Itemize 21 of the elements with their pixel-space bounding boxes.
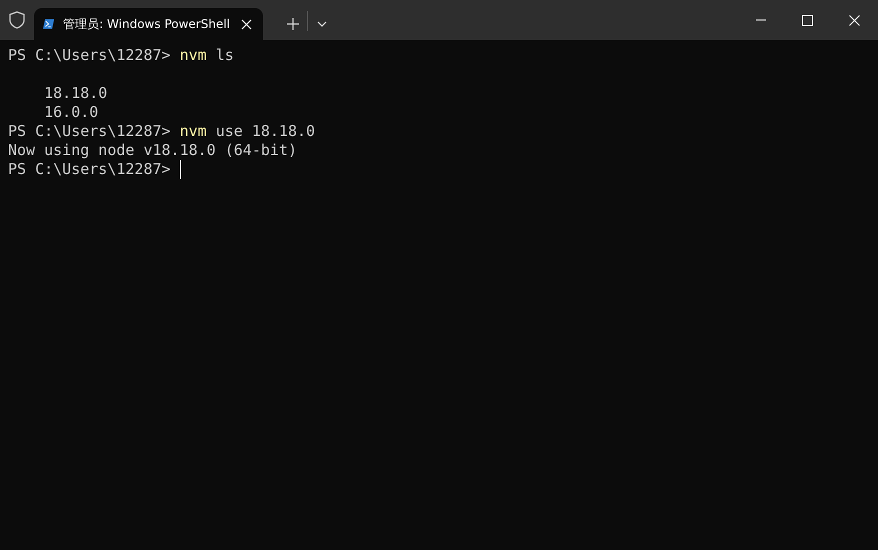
powershell-icon <box>43 17 54 31</box>
tab-title: 管理员: Windows PowerShell <box>63 16 230 32</box>
terminal-text: 16.0.0 <box>43 103 98 122</box>
shield-icon[interactable] <box>9 11 25 29</box>
terminal-text: PS C:\Users\12287> <box>8 46 172 65</box>
maximize-icon <box>802 14 813 26</box>
close-icon <box>849 14 860 26</box>
terminal-text: Now using node v18.18.0 (64-bit) <box>8 141 297 160</box>
terminal-text: ls <box>214 46 234 65</box>
command-text: nvm <box>180 122 207 141</box>
terminal-tab[interactable]: 管理员: Windows PowerShell <box>34 8 263 40</box>
chevron-down-icon <box>317 21 327 27</box>
command-text: nvm <box>180 46 207 65</box>
terminal-text: use 18.18.0 <box>214 122 316 141</box>
close-icon <box>240 18 252 30</box>
terminal-text: PS C:\Users\12287> <box>8 160 172 179</box>
terminal-text: 18.18.0 <box>43 84 108 103</box>
minimize-icon <box>756 19 766 21</box>
terminal-text: PS C:\Users\12287> <box>8 122 172 141</box>
text-cursor <box>180 160 181 179</box>
plus-icon <box>287 18 299 30</box>
